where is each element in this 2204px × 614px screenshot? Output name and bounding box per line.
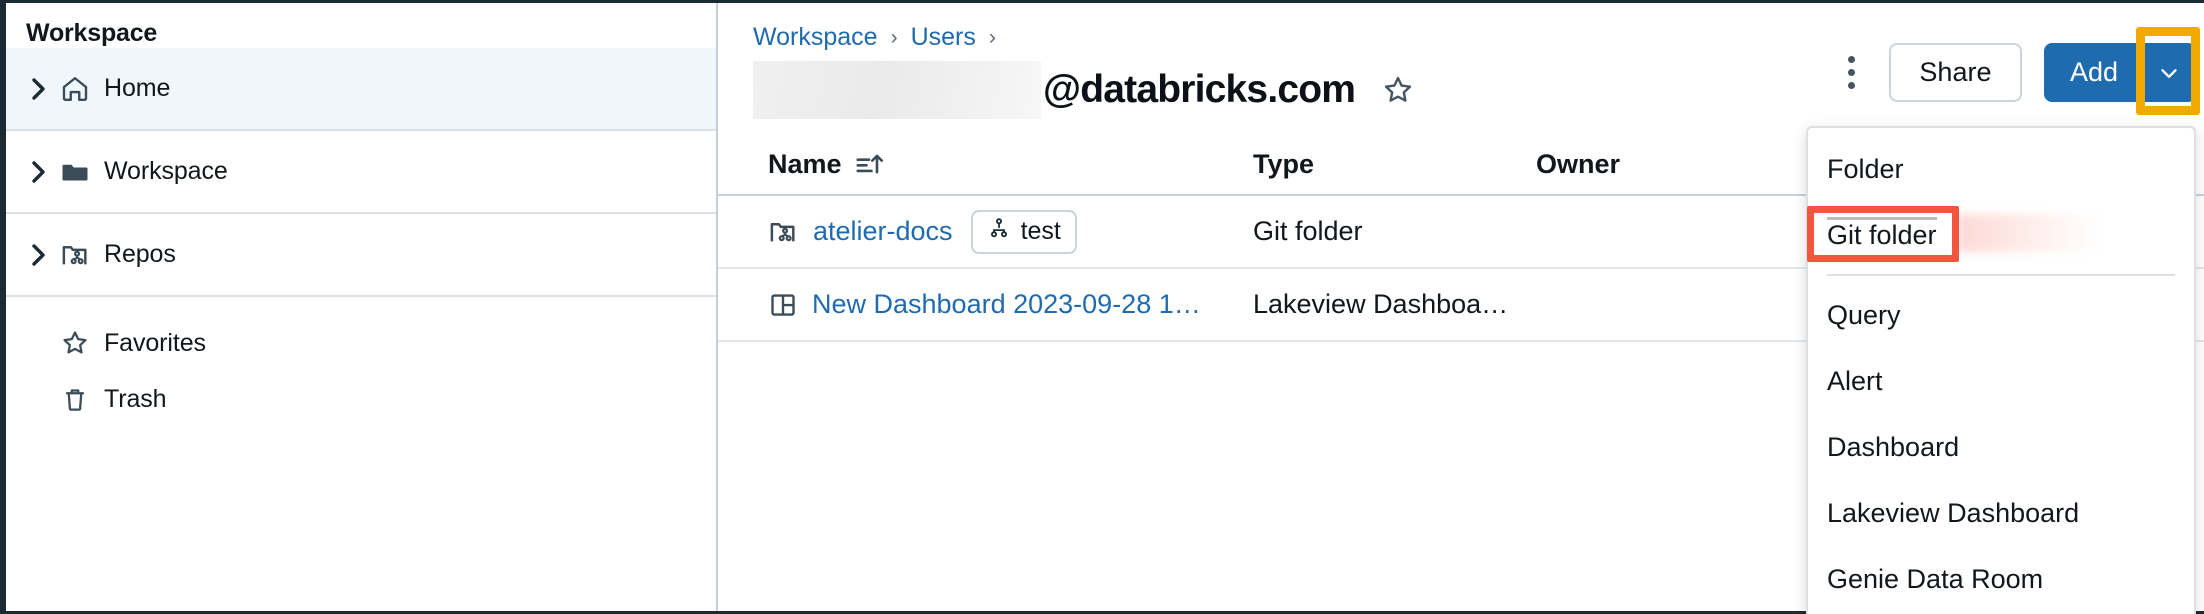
sidebar-item-label: Workspace xyxy=(104,157,228,185)
sidebar-item-label: Home xyxy=(104,74,171,102)
highlight-smear xyxy=(1958,214,2103,252)
share-button[interactable]: Share xyxy=(1888,43,2022,102)
folder-icon xyxy=(60,157,104,187)
home-icon xyxy=(60,74,104,104)
menu-item-query[interactable]: Query xyxy=(1808,282,2194,348)
menu-item-label: Dashboard xyxy=(1827,431,1960,462)
row-name-link[interactable]: New Dashboard 2023-09-28 1… xyxy=(812,289,1201,320)
cell-name: atelier-docs test xyxy=(768,209,1253,254)
menu-item-dashboard[interactable]: Dashboard xyxy=(1808,414,2194,480)
git-branch-chip[interactable]: test xyxy=(970,209,1077,254)
column-header-name[interactable]: Name xyxy=(768,149,1253,180)
menu-item-lakeview-dashboard[interactable]: Lakeview Dashboard xyxy=(1808,480,2194,546)
app-window: Workspace Home Workspace Repos Favorites… xyxy=(0,0,2204,614)
menu-item-git-folder[interactable]: Git folder xyxy=(1807,202,2194,268)
cell-name: New Dashboard 2023-09-28 1… xyxy=(768,289,1253,320)
menu-item-label: Query xyxy=(1827,299,1901,330)
sidebar-item-trash[interactable]: Trash xyxy=(6,371,716,427)
main-content: Workspace › Users › @databricks.com Shar… xyxy=(718,3,2204,614)
menu-item-label: Git folder xyxy=(1827,219,1937,251)
sidebar-item-workspace[interactable]: Workspace xyxy=(6,131,716,214)
menu-item-label: Alert xyxy=(1827,365,1883,396)
sidebar-item-favorites[interactable]: Favorites xyxy=(6,315,716,371)
kebab-menu-icon[interactable] xyxy=(1837,51,1867,95)
sidebar-secondary-group: Favorites Trash xyxy=(6,297,716,427)
add-button-group: Add xyxy=(2043,27,2200,115)
chevron-right-icon[interactable] xyxy=(30,241,60,269)
sidebar-item-home[interactable]: Home xyxy=(6,48,716,131)
sort-ascending-icon[interactable] xyxy=(854,150,884,178)
page-title: @databricks.com xyxy=(1043,67,1356,111)
sidebar: Workspace Home Workspace Repos Favorites… xyxy=(6,3,718,611)
dashboard-grid-icon xyxy=(768,290,798,320)
menu-item-label: Folder xyxy=(1827,153,1904,184)
trash-icon xyxy=(60,384,104,414)
menu-item-folder[interactable]: Folder xyxy=(1808,136,2194,202)
star-icon xyxy=(60,328,104,358)
menu-item-label: Lakeview Dashboard xyxy=(1827,497,2080,528)
menu-divider xyxy=(1827,274,2175,276)
favorite-star-icon[interactable] xyxy=(1381,73,1415,107)
breadcrumb-separator-icon: › xyxy=(988,25,996,49)
menu-item-label: Genie Data Room xyxy=(1827,563,2044,594)
cell-type: Git folder xyxy=(1253,216,1363,246)
git-folder-icon xyxy=(768,216,799,247)
menu-item-alert[interactable]: Alert xyxy=(1808,348,2194,414)
add-dropdown-caret-button[interactable] xyxy=(2142,43,2196,102)
chevron-right-icon[interactable] xyxy=(30,75,60,103)
git-branch-icon xyxy=(987,216,1011,247)
add-button[interactable]: Add xyxy=(2043,43,2142,102)
breadcrumb-separator-icon: › xyxy=(890,25,898,49)
menu-item-genie-data-room[interactable]: Genie Data Room xyxy=(1808,546,2194,612)
chevron-right-icon[interactable] xyxy=(30,158,60,186)
redacted-username xyxy=(753,60,1041,119)
column-header-name-label: Name xyxy=(768,148,842,179)
sidebar-item-label: Trash xyxy=(104,384,167,413)
sidebar-item-repos[interactable]: Repos xyxy=(6,214,716,297)
breadcrumb-item-users[interactable]: Users xyxy=(911,23,976,52)
git-branch-label: test xyxy=(1020,217,1061,245)
repo-git-folder-icon xyxy=(60,239,104,270)
column-header-owner[interactable]: Owner xyxy=(1536,149,1836,180)
cell-type: Lakeview Dashboa… xyxy=(1253,289,1509,319)
row-name-link[interactable]: atelier-docs xyxy=(813,216,953,247)
sidebar-item-label: Favorites xyxy=(104,328,206,357)
column-header-type[interactable]: Type xyxy=(1253,149,1536,180)
sidebar-item-label: Repos xyxy=(104,240,176,268)
add-dropdown-menu: Folder Git folder Query Alert Dashboard … xyxy=(1806,126,2196,614)
header-actions: Share Add xyxy=(1837,27,2200,115)
sidebar-title: Workspace xyxy=(26,19,158,47)
breadcrumb-item-workspace[interactable]: Workspace xyxy=(753,23,878,52)
